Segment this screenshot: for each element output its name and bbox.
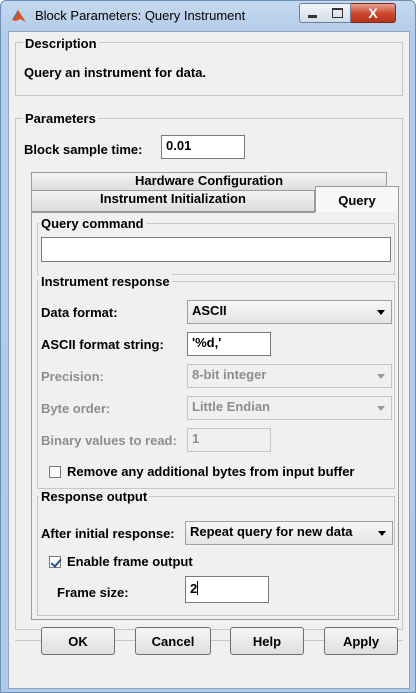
- minimize-button[interactable]: [299, 3, 326, 23]
- dialog-window: Block Parameters: Query Instrument X Des…: [0, 0, 416, 693]
- dialog-content: Description Query an instrument for data…: [8, 31, 410, 689]
- ascii-format-label: ASCII format string:: [41, 337, 164, 352]
- response-output-heading: Response output: [39, 489, 150, 504]
- description-text: Query an instrument for data.: [24, 65, 207, 80]
- maximize-icon: [332, 8, 343, 18]
- window-title: Block Parameters: Query Instrument: [35, 8, 246, 23]
- sample-time-label: Block sample time:: [24, 142, 143, 157]
- data-format-dropdown[interactable]: ASCII: [187, 300, 392, 324]
- chevron-down-icon: [378, 531, 386, 536]
- ok-button[interactable]: OK: [41, 627, 115, 655]
- parameters-heading: Parameters: [23, 111, 98, 126]
- data-format-value: ASCII: [192, 303, 227, 318]
- query-command-heading: Query command: [39, 216, 146, 231]
- after-initial-value: Repeat query for new data: [190, 524, 353, 539]
- precision-dropdown: 8-bit integer: [187, 364, 392, 388]
- help-button[interactable]: Help: [230, 627, 304, 655]
- chevron-down-icon: [377, 310, 385, 315]
- cancel-button[interactable]: Cancel: [135, 627, 211, 655]
- byte-order-dropdown: Little Endian: [187, 396, 392, 420]
- frame-size-input[interactable]: 2: [185, 576, 269, 603]
- remove-bytes-label[interactable]: Remove any additional bytes from input b…: [67, 464, 354, 479]
- binary-values-input: 1: [187, 428, 271, 452]
- frame-size-value: 2: [190, 581, 198, 596]
- after-initial-label: After initial response:: [41, 526, 175, 541]
- minimize-icon: [308, 14, 317, 18]
- description-heading: Description: [23, 36, 99, 51]
- precision-label: Precision:: [41, 369, 104, 384]
- instrument-response-heading: Instrument response: [39, 274, 172, 289]
- title-bar[interactable]: Block Parameters: Query Instrument X: [1, 1, 415, 31]
- tab-instrument-initialization[interactable]: Instrument Initialization: [31, 190, 315, 212]
- binary-values-label: Binary values to read:: [41, 433, 177, 448]
- text-cursor: [197, 581, 199, 595]
- data-format-label: Data format:: [41, 305, 118, 320]
- chevron-down-icon: [377, 406, 385, 411]
- sample-time-input[interactable]: 0.01: [161, 135, 245, 159]
- ascii-format-input[interactable]: '%d,': [187, 332, 271, 356]
- precision-value: 8-bit integer: [192, 367, 267, 382]
- matlab-logo-icon: [12, 10, 26, 22]
- byte-order-label: Byte order:: [41, 401, 111, 416]
- tab-divider: [31, 212, 315, 213]
- apply-button[interactable]: Apply: [324, 627, 398, 655]
- frame-size-label: Frame size:: [57, 585, 129, 600]
- enable-frame-checkbox[interactable]: [49, 556, 61, 568]
- after-initial-dropdown[interactable]: Repeat query for new data: [185, 521, 393, 545]
- close-icon: X: [368, 5, 378, 21]
- maximize-button[interactable]: [325, 3, 351, 23]
- byte-order-value: Little Endian: [192, 399, 270, 414]
- chevron-down-icon: [377, 374, 385, 379]
- query-command-input[interactable]: [41, 237, 391, 262]
- close-button[interactable]: X: [351, 3, 396, 23]
- tab-query[interactable]: Query: [315, 186, 399, 214]
- remove-bytes-checkbox[interactable]: [49, 466, 61, 478]
- enable-frame-label[interactable]: Enable frame output: [67, 554, 193, 569]
